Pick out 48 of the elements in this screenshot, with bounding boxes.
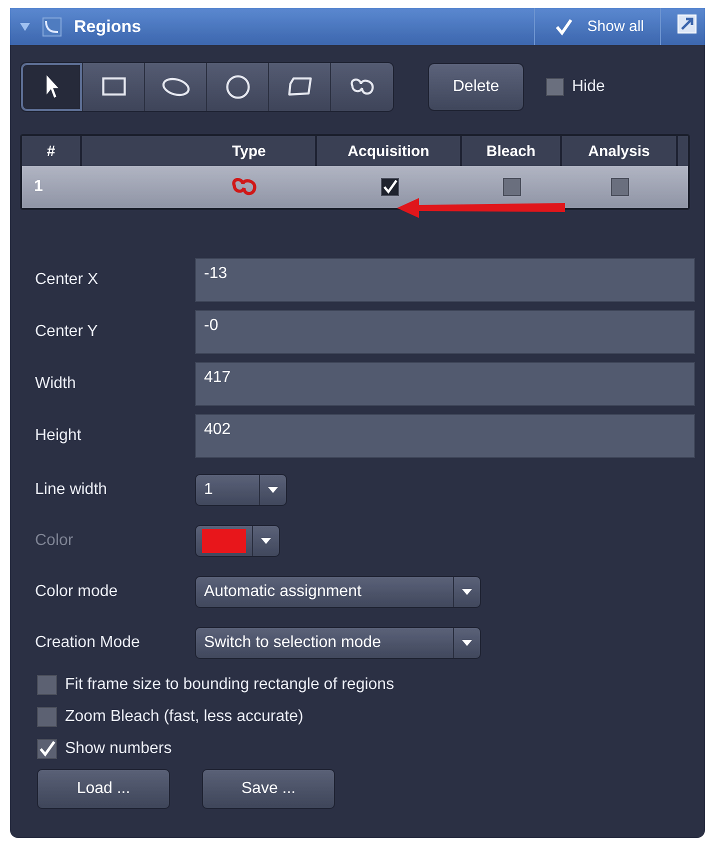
checkbox-label: Show numbers <box>65 740 172 758</box>
field-label: Color mode <box>34 583 119 601</box>
field-label: Center X <box>34 271 100 289</box>
collapse-icon[interactable] <box>20 22 30 30</box>
panel-title: Regions <box>74 16 142 36</box>
checkbox[interactable] <box>546 78 564 96</box>
color-mode-dropdown[interactable]: Automatic assignment <box>195 576 481 608</box>
checkbox[interactable] <box>380 178 398 196</box>
table-cell: 1 <box>34 178 43 196</box>
field-label: Color <box>34 532 74 550</box>
field-label: Line width <box>34 481 108 499</box>
checkbox-label: Fit frame size to bounding rectangle of regions <box>65 676 394 694</box>
checkbox-label: Zoom Bleach (fast, less accurate) <box>65 708 304 726</box>
checkbox[interactable] <box>37 739 57 759</box>
pointer-tool-button[interactable] <box>21 63 83 111</box>
checkbox[interactable] <box>611 178 629 196</box>
caret-icon <box>261 538 271 544</box>
field-label: Creation Mode <box>34 634 141 652</box>
delete-button[interactable]: Delete <box>428 63 524 111</box>
input-field[interactable]: 417 <box>195 362 695 406</box>
checkbox[interactable] <box>37 707 57 727</box>
show-all-toggle[interactable]: Show all <box>534 8 661 45</box>
popout-icon[interactable] <box>677 14 697 34</box>
file-button[interactable]: Load ... <box>37 769 170 809</box>
circle-tool-button[interactable] <box>207 63 269 111</box>
input-field[interactable]: 402 <box>195 414 695 458</box>
field-label: Width <box>34 375 77 393</box>
caret-icon <box>462 640 472 646</box>
rectangle-tool-button[interactable] <box>83 63 145 111</box>
arrow-icon <box>395 196 567 220</box>
field-label: Center Y <box>34 323 99 341</box>
checkbox[interactable] <box>37 675 57 695</box>
color-dropdown[interactable] <box>195 525 280 557</box>
caret-icon <box>462 589 472 595</box>
line-width-dropdown[interactable]: 1 <box>195 474 287 506</box>
checkbox-label: Hide <box>572 78 605 96</box>
closed-curve-tool-button[interactable] <box>331 63 393 111</box>
caret-icon <box>268 487 278 493</box>
input-field[interactable]: -13 <box>195 258 695 302</box>
field-label: Height <box>34 427 82 445</box>
ellipse-tool-button[interactable] <box>145 63 207 111</box>
checkbox[interactable] <box>503 178 521 196</box>
creation-mode-dropdown[interactable]: Switch to selection mode <box>195 627 481 659</box>
polygon-tool-button[interactable] <box>269 63 331 111</box>
file-button[interactable]: Save ... <box>202 769 335 809</box>
input-field[interactable]: -0 <box>195 310 695 354</box>
checkmark-icon <box>555 18 574 36</box>
region-icon <box>42 16 62 36</box>
